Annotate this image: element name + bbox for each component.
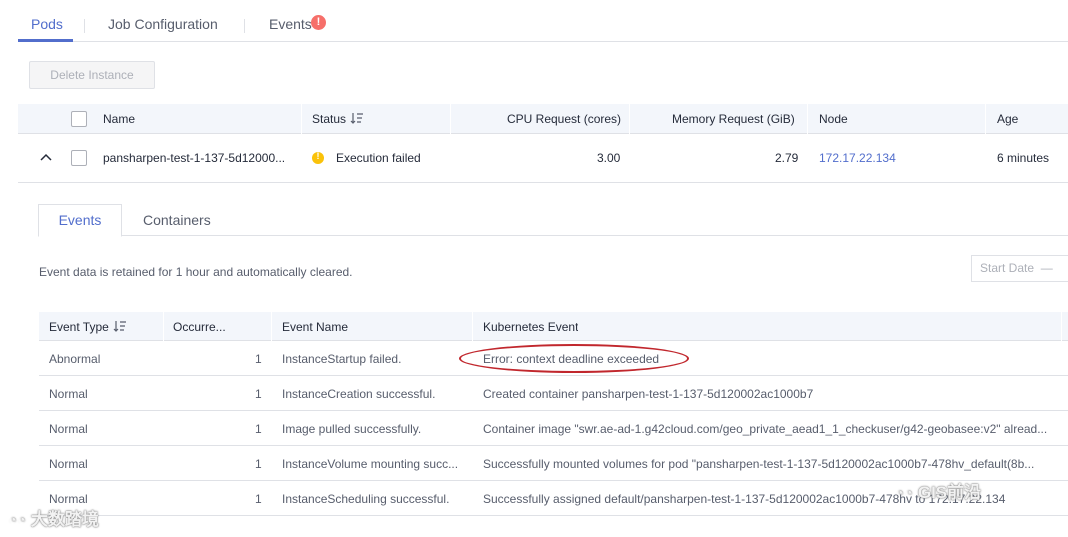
event-name: InstanceCreation successful.: [282, 387, 436, 401]
event-type: Normal: [49, 387, 88, 401]
column-divider: [629, 104, 630, 134]
event-count: 1: [255, 352, 262, 366]
event-count: 1: [255, 492, 262, 506]
kubernetes-event: Created container pansharpen-test-1-137-…: [483, 387, 814, 401]
column-event-type[interactable]: Event Type: [49, 320, 127, 334]
date-range-separator: —: [1040, 261, 1053, 275]
event-name: InstanceVolume mounting succ...: [282, 457, 459, 471]
column-name: Name: [103, 112, 136, 126]
event-type: Normal: [49, 457, 88, 471]
tab-events-detail[interactable]: Events: [38, 204, 122, 237]
pods-table-header: Name Status CPU Request (cores) Memory R…: [18, 104, 1068, 134]
event-type: Normal: [49, 492, 88, 506]
column-cpu: CPU Request (cores): [507, 112, 622, 126]
watermark-left-text: 大数踏境: [30, 510, 99, 529]
column-memory: Memory Request (GiB): [672, 112, 795, 126]
event-count: 1: [255, 387, 262, 401]
column-event-name: Event Name: [282, 320, 349, 334]
table-row: Normal 1 InstanceCreation successful. Cr…: [39, 376, 1068, 411]
table-row: Normal 1 Image pulled successfully. Cont…: [39, 411, 1068, 446]
column-divider: [807, 104, 808, 134]
column-event-type-label: Event Type: [49, 320, 109, 334]
event-type: Normal: [49, 422, 88, 436]
watermark-right: ◔◔ GIS前沿: [895, 478, 981, 503]
top-tab-bar: Pods Job Configuration Events !: [18, 0, 1068, 42]
column-occurrences: Occurre...: [173, 320, 226, 334]
event-name: Image pulled successfully.: [282, 422, 422, 436]
tab-containers[interactable]: Containers: [143, 212, 211, 228]
column-status[interactable]: Status: [312, 112, 364, 126]
kubernetes-event: Container image "swr.ae-ad-1.g42cloud.co…: [483, 422, 1048, 436]
column-divider: [301, 104, 302, 134]
start-date-input[interactable]: Start Date —: [971, 255, 1068, 282]
watermark-right-text: GIS前沿: [917, 483, 982, 502]
pod-name[interactable]: pansharpen-test-1-137-5d12000...: [103, 151, 293, 165]
event-count: 1: [255, 422, 262, 436]
wechat-icon: ◔◔: [895, 485, 914, 502]
table-row: Normal 1 InstanceVolume mounting succ...…: [39, 446, 1068, 481]
active-tab-indicator: [18, 39, 73, 42]
tab-divider: [244, 19, 245, 33]
pod-age: 6 minutes: [997, 151, 1050, 165]
tab-events[interactable]: Events: [269, 16, 312, 32]
kubernetes-event: Successfully mounted volumes for pod "pa…: [483, 457, 1035, 471]
events-alert-badge: !: [311, 15, 326, 30]
table-row[interactable]: pansharpen-test-1-137-5d12000... Executi…: [18, 134, 1068, 183]
column-node: Node: [819, 112, 848, 126]
column-divider: [472, 312, 473, 341]
event-count: 1: [255, 457, 262, 471]
annotation-ellipse: [459, 344, 689, 373]
sort-icon[interactable]: [113, 320, 127, 332]
column-divider: [163, 312, 164, 341]
column-divider: [271, 312, 272, 341]
start-date-placeholder: Start Date: [980, 261, 1035, 275]
wechat-icon: ◔◔: [8, 512, 27, 529]
event-name: InstanceStartup failed.: [282, 352, 402, 366]
tab-divider: [84, 19, 85, 33]
pod-status: Execution failed: [336, 151, 421, 165]
select-all-checkbox[interactable]: [71, 111, 87, 127]
column-divider: [985, 104, 986, 134]
pod-node-link[interactable]: 172.17.22.134: [819, 151, 896, 165]
chevron-up-icon[interactable]: [40, 153, 52, 161]
sort-icon[interactable]: [350, 112, 364, 124]
warning-icon: [312, 151, 324, 164]
events-retention-note: Event data is retained for 1 hour and au…: [39, 265, 353, 279]
watermark-left: ◔◔ 大数踏境: [8, 505, 99, 530]
pod-cpu: 3.00: [597, 151, 621, 165]
tab-pods[interactable]: Pods: [31, 16, 63, 32]
detail-tab-bar: Events Containers: [38, 204, 1068, 237]
column-kubernetes-event: Kubernetes Event: [483, 320, 579, 334]
event-name: InstanceScheduling successful.: [282, 492, 450, 506]
pod-memory: 2.79: [775, 151, 799, 165]
row-checkbox[interactable]: [71, 150, 87, 166]
column-divider: [1061, 312, 1062, 341]
tab-job-configuration[interactable]: Job Configuration: [108, 16, 218, 32]
column-age: Age: [997, 112, 1019, 126]
column-divider: [450, 104, 451, 134]
event-type: Abnormal: [49, 352, 101, 366]
delete-instance-button[interactable]: Delete Instance: [29, 61, 155, 89]
column-status-label: Status: [312, 112, 347, 126]
events-table-header: Event Type Occurre... Event Name Kuberne…: [39, 312, 1068, 341]
